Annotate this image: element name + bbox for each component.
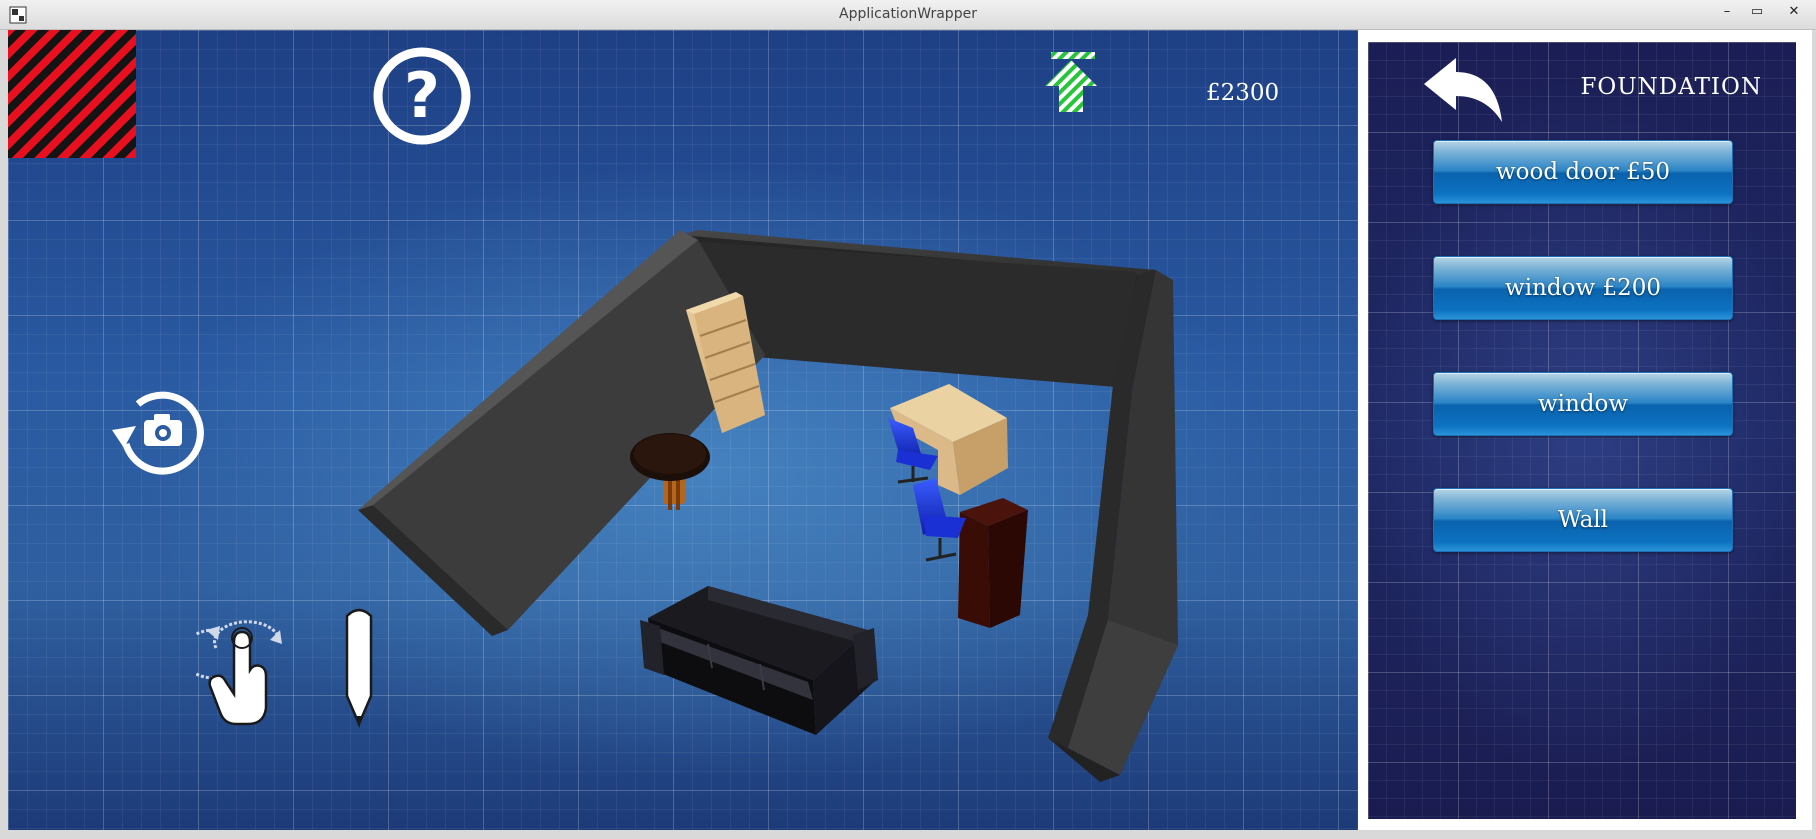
window-title: ApplicationWrapper: [839, 6, 977, 22]
window-button[interactable]: window: [1433, 372, 1733, 436]
room-viewport[interactable]: ? £2300: [8, 30, 1358, 830]
money-display: £2300: [1206, 80, 1280, 106]
hand-pointer-icon: [208, 630, 268, 726]
panel-title: FOUNDATION: [1580, 74, 1762, 100]
round-table[interactable]: [630, 433, 710, 510]
window-controls: – ▭ ✕: [1712, 0, 1816, 24]
help-button[interactable]: ?: [372, 46, 472, 146]
striped-bar-icon: [1051, 52, 1095, 59]
sofa[interactable]: [640, 586, 878, 735]
wall-button[interactable]: Wall: [1433, 488, 1733, 552]
minimize-button[interactable]: –: [1712, 0, 1742, 22]
reset-camera-button[interactable]: [108, 382, 213, 482]
close-button[interactable]: ✕: [1772, 0, 1816, 22]
pencil-icon: [345, 608, 373, 728]
level-up-button[interactable]: [1041, 52, 1101, 112]
maximize-button[interactable]: ▭: [1742, 0, 1772, 22]
question-mark-icon: ?: [404, 59, 440, 132]
pencil-button[interactable]: [342, 606, 376, 731]
foundation-panel: FOUNDATION wood door £50 window £200 win…: [1368, 42, 1796, 819]
back-arrow-icon: [1424, 58, 1502, 122]
rotate-gesture-button[interactable]: [196, 600, 292, 730]
window-200-button[interactable]: window £200: [1433, 256, 1733, 320]
red-hatch-icon[interactable]: [8, 30, 136, 158]
striped-up-arrow-icon: [1045, 60, 1097, 112]
dark-cabinet[interactable]: [958, 498, 1028, 628]
back-button[interactable]: [1422, 58, 1510, 124]
left-wall[interactable]: [358, 230, 765, 636]
title-bar: ApplicationWrapper – ▭ ✕: [0, 0, 1816, 30]
wood-door-button[interactable]: wood door £50: [1433, 140, 1733, 204]
